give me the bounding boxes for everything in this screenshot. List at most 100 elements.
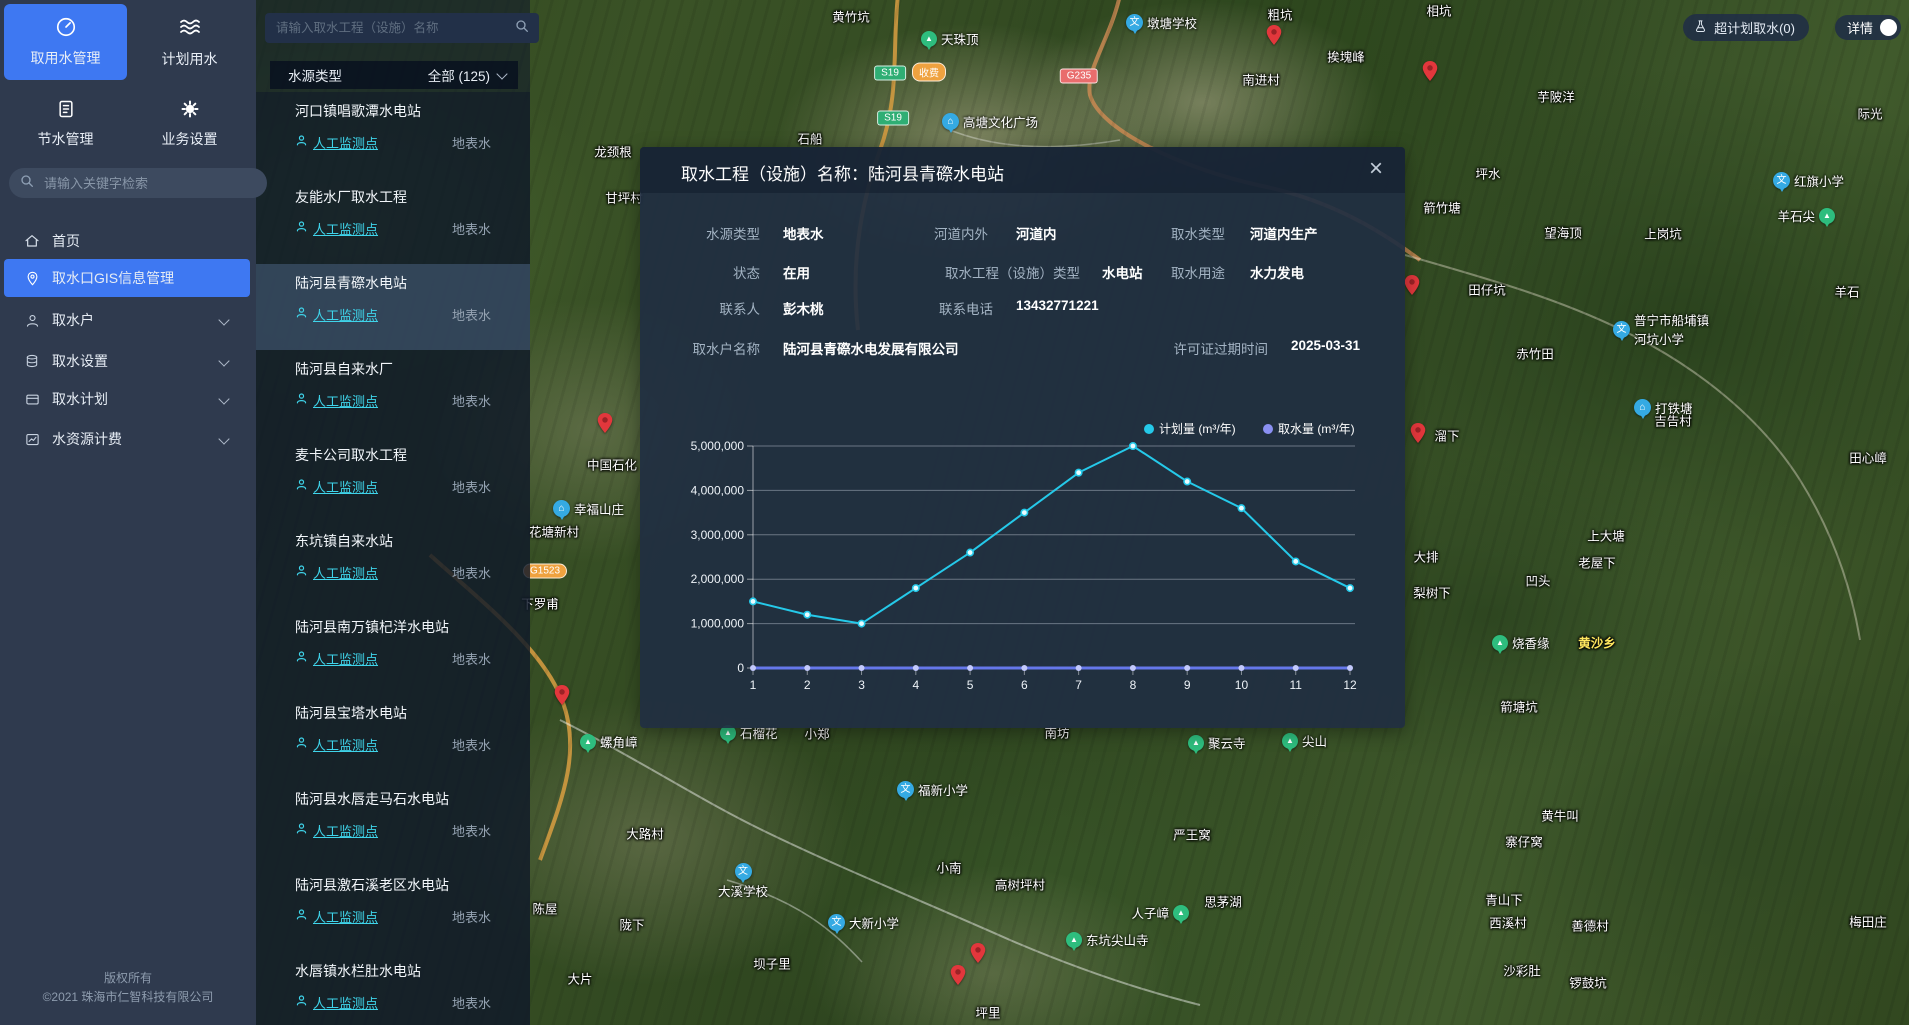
field-label: 联系人: [610, 298, 760, 318]
station-search-input[interactable]: [274, 20, 514, 36]
map-pin-red[interactable]: [1411, 423, 1426, 448]
poi-icon: 文: [1613, 321, 1630, 338]
map-label: 粗坑: [1267, 5, 1292, 24]
map-pin-red[interactable]: [598, 413, 613, 438]
station-list-item[interactable]: 友能水厂取水工程人工监测点地表水: [256, 178, 530, 264]
poi-icon: 文: [1773, 172, 1790, 189]
map-pin-red[interactable]: [1405, 275, 1420, 300]
manual-monitor-link[interactable]: 人工监测点: [313, 391, 378, 410]
map-marker-scenic[interactable]: ▲尖山: [1282, 731, 1327, 750]
map-marker-scenic[interactable]: ▲人子嶂: [1131, 903, 1189, 922]
scenic-label: 螺角嶂: [600, 732, 638, 751]
map-label: 大排: [1413, 547, 1438, 566]
manual-monitor-link[interactable]: 人工监测点: [313, 563, 378, 582]
station-list-item[interactable]: 河口镇唱歌潭水电站人工监测点地表水: [256, 92, 530, 178]
person-icon: [295, 650, 308, 668]
copyright-line2: ©2021 珠海市仁智科技有限公司: [0, 988, 256, 1007]
manual-monitor-link[interactable]: 人工监测点: [313, 477, 378, 496]
water-source-filter[interactable]: 水源类型 全部 (125): [270, 61, 518, 89]
detail-toggle[interactable]: 详情: [1835, 15, 1901, 40]
close-icon[interactable]: ×: [1369, 154, 1383, 184]
home-icon: [22, 233, 42, 249]
manual-monitor-link[interactable]: 人工监测点: [313, 993, 378, 1012]
manual-monitor-link[interactable]: 人工监测点: [313, 907, 378, 926]
station-list-item[interactable]: 麦卡公司取水工程人工监测点地表水: [256, 436, 530, 522]
map-marker-poi[interactable]: ⌂打铁塘: [1634, 398, 1693, 417]
station-list-item[interactable]: 东坑镇自来水站人工监测点地表水: [256, 522, 530, 608]
map-marker-poi[interactable]: 文大溪学校: [718, 863, 768, 900]
sidebar-item-2[interactable]: 取水口GIS信息管理: [4, 259, 250, 297]
search-icon[interactable]: [514, 18, 530, 39]
manual-monitor-link[interactable]: 人工监测点: [313, 305, 378, 324]
scenic-label: 烧香缘: [1512, 633, 1550, 652]
map-marker-poi[interactable]: 文墩塘学校: [1126, 13, 1197, 32]
field-value: 河道内生产: [1250, 223, 1318, 243]
field-label: 水源类型: [610, 223, 760, 243]
svg-text:5: 5: [967, 678, 974, 692]
manual-monitor-link[interactable]: 人工监测点: [313, 133, 378, 152]
station-list-item[interactable]: 陆河县激石溪老区水电站人工监测点地表水: [256, 866, 530, 952]
manual-monitor-link[interactable]: 人工监测点: [313, 735, 378, 754]
station-list-item[interactable]: 陆河县宝塔水电站人工监测点地表水: [256, 694, 530, 780]
station-list-item[interactable]: 水唇镇水栏肚水电站人工监测点地表水: [256, 952, 530, 1025]
station-list-item[interactable]: 陆河县南万镇杞洋水电站人工监测点地表水: [256, 608, 530, 694]
poi-icon: 文: [897, 781, 914, 798]
app-screen: 黄竹坑粗坑相坑南进村挨塊峰芋陂洋际光石船龙颈根甘坪村坪水箭竹塘望海顶上岗坑田仔坑…: [0, 0, 1909, 1025]
map-pin-red[interactable]: [951, 965, 966, 990]
over-plan-water-button[interactable]: 超计划取水(0): [1683, 14, 1809, 41]
map-pin-red[interactable]: [1423, 61, 1438, 86]
map-pin-red[interactable]: [555, 685, 570, 710]
sidebar-item-6[interactable]: 水资源计费: [4, 420, 250, 458]
module-tile-3[interactable]: 节水管理: [4, 86, 127, 162]
map-marker-poi[interactable]: 文大新小学: [828, 913, 899, 932]
module-label: 计划用水: [162, 49, 218, 69]
station-list-item[interactable]: 陆河县青磜水电站人工监测点地表水: [256, 264, 530, 350]
map-marker-poi[interactable]: ⌂幸福山庄: [553, 499, 624, 518]
scenic-label: 聚云寺: [1208, 733, 1246, 752]
map-pin-red[interactable]: [971, 943, 986, 968]
sidebar-item-label: 取水口GIS信息管理: [52, 268, 174, 288]
poi-label: 红旗小学: [1794, 171, 1844, 190]
poi-icon: ⌂: [553, 500, 570, 517]
poi-label: 打铁塘: [1655, 398, 1693, 417]
sidebar-item-3[interactable]: 取水户: [4, 301, 250, 339]
sidebar-item-1[interactable]: 首页: [4, 222, 250, 260]
station-list-item[interactable]: 陆河县水唇走马石水电站人工监测点地表水: [256, 780, 530, 866]
manual-monitor-link[interactable]: 人工监测点: [313, 219, 378, 238]
water-source-type: 地表水: [452, 477, 491, 496]
sidebar-item-5[interactable]: 取水计划: [4, 380, 250, 418]
map-label: 坪里: [975, 1003, 1000, 1022]
module-tile-2[interactable]: 计划用水: [128, 4, 251, 80]
map-pin-red[interactable]: [1267, 25, 1282, 50]
sidebar-item-4[interactable]: 取水设置: [4, 342, 250, 380]
scenic-label: 东坑尖山寺: [1086, 930, 1149, 949]
map-marker-poi[interactable]: 文福新小学: [897, 780, 968, 799]
map-marker-scenic[interactable]: ▲聚云寺: [1188, 733, 1246, 752]
map-label: 坪水: [1475, 164, 1500, 183]
water-source-type: 地表水: [452, 133, 491, 152]
map-marker-scenic[interactable]: ▲东坑尖山寺: [1066, 930, 1149, 949]
map-marker-scenic[interactable]: ▲螺角嶂: [580, 732, 638, 751]
module-tile-4[interactable]: 业务设置: [128, 86, 251, 162]
sidebar-item-label: 取水计划: [52, 389, 108, 409]
keyword-search[interactable]: [9, 168, 267, 198]
keyword-search-input[interactable]: [42, 175, 257, 192]
poi-icon: 文: [1126, 14, 1143, 31]
map-marker-scenic[interactable]: ▲天珠顶: [921, 29, 979, 48]
map-marker-poi[interactable]: ⌂高塘文化广场: [942, 112, 1038, 131]
map-marker-scenic[interactable]: ▲烧香缘: [1492, 633, 1550, 652]
station-search[interactable]: [265, 13, 539, 43]
manual-monitor-link[interactable]: 人工监测点: [313, 649, 378, 668]
copyright: 版权所有 ©2021 珠海市仁智科技有限公司: [0, 969, 256, 1007]
map-label: 思茅湖: [1204, 892, 1242, 911]
map-marker-poi[interactable]: 文普宁市船埔镇 河坑小学: [1613, 310, 1709, 348]
module-tile-1[interactable]: 取用水管理: [4, 4, 127, 80]
water-source-type: 地表水: [452, 391, 491, 410]
manual-monitor-link[interactable]: 人工监测点: [313, 821, 378, 840]
field-value: 2025-03-31: [1291, 338, 1360, 353]
map-label: 高树坪村: [995, 875, 1045, 894]
map-marker-scenic[interactable]: ▲羊石尖: [1777, 206, 1835, 225]
toggle-knob-icon: [1880, 19, 1897, 36]
station-list-item[interactable]: 陆河县自来水厂人工监测点地表水: [256, 350, 530, 436]
map-marker-poi[interactable]: 文红旗小学: [1773, 171, 1844, 190]
